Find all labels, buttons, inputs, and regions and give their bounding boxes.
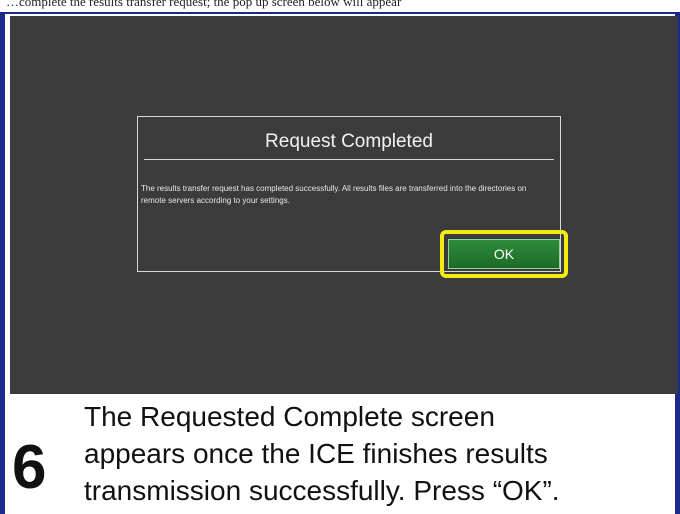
top-caption-strip: …complete the results transfer request; … [0,0,680,12]
step-instruction: The Requested Complete screen appears on… [84,398,674,509]
dialog-divider [144,159,554,160]
step-number: 6 [12,433,47,502]
dialog-message: The results transfer request has complet… [141,184,527,205]
instruction-line: transmission successfully. Press “OK”. [84,475,560,506]
ok-button[interactable]: OK [448,239,560,269]
header-caption: …complete the results transfer request; … [6,0,402,9]
dialog-title: Request Completed [265,131,433,152]
instruction-line: The Requested Complete screen [84,401,495,432]
instruction-line: appears once the ICE finishes results [84,438,548,469]
